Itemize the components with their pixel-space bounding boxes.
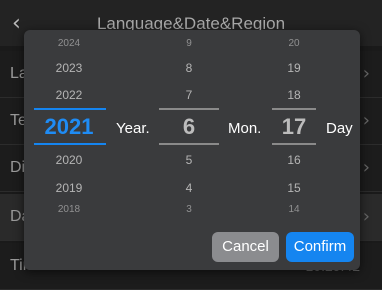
day-selected[interactable]: 17 xyxy=(272,114,316,140)
month-selection-line-top xyxy=(159,108,219,110)
day-option[interactable]: 20 xyxy=(272,38,316,49)
month-option[interactable]: 4 xyxy=(159,181,219,195)
settings-row-label: Di xyxy=(10,159,26,176)
day-option[interactable]: 16 xyxy=(272,153,316,167)
chevron-right-icon: › xyxy=(362,157,370,178)
month-option[interactable]: 5 xyxy=(159,153,219,167)
year-option[interactable]: 2020 xyxy=(34,153,104,167)
day-selection-line-bottom xyxy=(272,143,316,145)
year-option[interactable]: 2019 xyxy=(34,181,104,195)
year-wheel[interactable]: 2024 2023 2022 2021 2020 2019 2018 xyxy=(34,30,106,220)
month-option[interactable]: 8 xyxy=(159,61,219,75)
year-unit-label: Year. xyxy=(116,120,150,137)
chevron-right-icon: › xyxy=(362,63,370,84)
year-option[interactable]: 2023 xyxy=(34,61,104,75)
month-selected[interactable]: 6 xyxy=(159,114,219,140)
day-option[interactable]: 15 xyxy=(272,181,316,195)
year-selection-line-top xyxy=(34,108,106,110)
year-option[interactable]: 2022 xyxy=(34,88,104,102)
month-unit-label: Mon. xyxy=(228,120,262,137)
year-selected[interactable]: 2021 xyxy=(34,114,104,140)
day-option[interactable]: 14 xyxy=(272,204,316,215)
year-option[interactable]: 2024 xyxy=(34,38,104,49)
year-option[interactable]: 2018 xyxy=(34,204,104,215)
month-option[interactable]: 7 xyxy=(159,88,219,102)
day-unit-label: Day xyxy=(326,120,353,137)
cancel-button[interactable]: Cancel xyxy=(212,232,279,262)
chevron-right-icon: › xyxy=(362,110,370,131)
year-selection-line-bottom xyxy=(34,143,106,145)
day-wheel[interactable]: 20 19 18 17 16 15 14 xyxy=(272,30,316,220)
confirm-button[interactable]: Confirm xyxy=(286,232,354,262)
month-option[interactable]: 9 xyxy=(159,38,219,49)
day-selection-line-top xyxy=(272,108,316,110)
chevron-right-icon: › xyxy=(362,206,370,227)
day-option[interactable]: 19 xyxy=(272,61,316,75)
date-picker-dialog: 2024 2023 2022 2021 2020 2019 2018 Year.… xyxy=(24,30,360,270)
month-option[interactable]: 3 xyxy=(159,204,219,215)
day-option[interactable]: 18 xyxy=(272,88,316,102)
month-wheel[interactable]: 9 8 7 6 5 4 3 xyxy=(159,30,219,220)
month-selection-line-bottom xyxy=(159,143,219,145)
